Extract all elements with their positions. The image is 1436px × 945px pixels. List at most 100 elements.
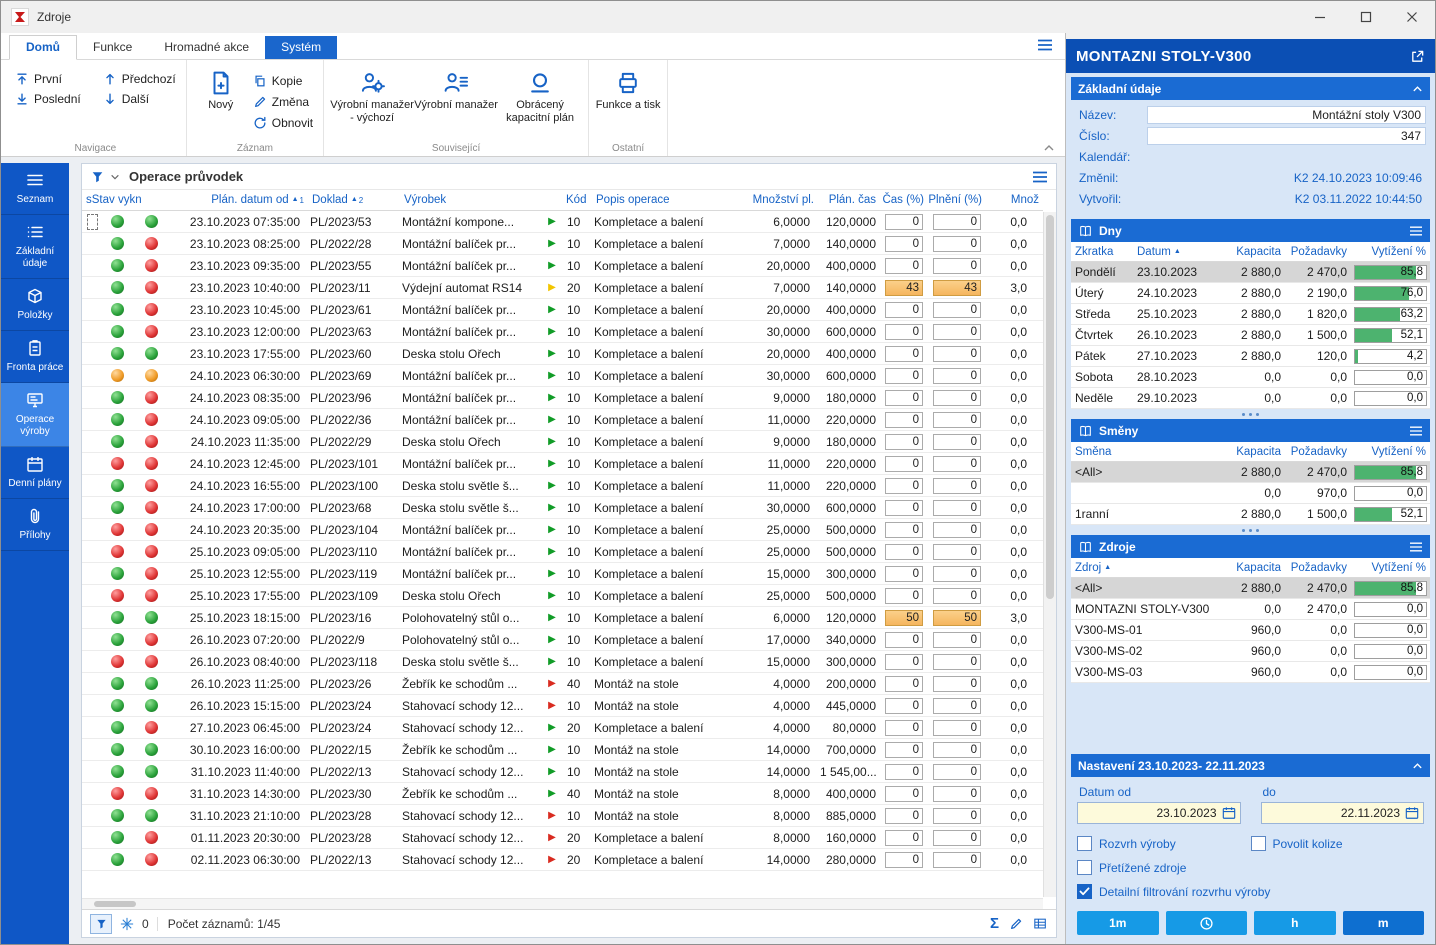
sidebar-item-seznam[interactable]: Seznam [1, 163, 69, 215]
operation-row[interactable]: 23.10.2023 10:40:00PL/2023/11Výdejní aut… [82, 277, 1043, 299]
fulfillment-pct-box[interactable]: 0 [933, 742, 981, 758]
time-pct-box[interactable]: 50 [885, 610, 923, 626]
column-header-po-adavky[interactable]: Požadavky [1285, 446, 1351, 458]
collapse-chevron-icon[interactable] [1412, 762, 1423, 770]
column-header-popis[interactable]: Popis operace [592, 190, 726, 210]
fulfillment-pct-box[interactable]: 0 [933, 390, 981, 406]
resource-row[interactable]: MONTAZNI STOLY-V3000,02 470,00,0 [1071, 599, 1430, 620]
column-header-vyt-en[interactable]: Vytížení % [1351, 446, 1430, 458]
time-pct-box[interactable]: 0 [885, 830, 923, 846]
time-pct-box[interactable]: 0 [885, 456, 923, 472]
fulfillment-pct-box[interactable]: 0 [933, 764, 981, 780]
column-header-mnoz[interactable]: Množ [986, 190, 1043, 210]
time-pct-box[interactable]: 0 [885, 434, 923, 450]
fulfillment-pct-box[interactable]: 0 [933, 236, 981, 252]
section-header-zakladni[interactable]: Základní údaje [1071, 77, 1430, 100]
section-header-zdroje[interactable]: Zdroje [1071, 535, 1430, 558]
operation-row[interactable]: 26.10.2023 07:20:00PL/2022/9Polohovateln… [82, 629, 1043, 651]
grid-settings-icon[interactable] [1033, 917, 1048, 931]
production-manager-button[interactable]: Výrobní manažer [414, 64, 498, 112]
time-pct-box[interactable]: 0 [885, 720, 923, 736]
ribbon-collapse-icon[interactable] [1043, 144, 1055, 152]
operation-row[interactable]: 24.10.2023 08:35:00PL/2023/96Montážní ba… [82, 387, 1043, 409]
last-button[interactable]: Poslední [11, 90, 85, 108]
column-header-kapacita[interactable]: Kapacita [1219, 446, 1285, 458]
column-header-cas[interactable]: Čas (%) [880, 190, 928, 210]
first-button[interactable]: První [11, 70, 85, 88]
interval-button-m[interactable]: m [1343, 911, 1425, 935]
fulfillment-pct-box[interactable]: 0 [933, 632, 981, 648]
time-pct-box[interactable]: 0 [885, 698, 923, 714]
fulfillment-pct-box[interactable]: 0 [933, 346, 981, 362]
day-row[interactable]: Pondělí23.10.20232 880,02 470,085,8 [1071, 262, 1430, 283]
horizontal-scrollbar[interactable] [82, 898, 1043, 909]
column-header-typ[interactable] [542, 190, 562, 210]
column-header-kod[interactable]: Kód [562, 190, 592, 210]
fulfillment-pct-box[interactable]: 0 [933, 676, 981, 692]
checkbox-rozvrh-v-roby[interactable]: Rozvrh výroby [1077, 836, 1251, 851]
calendar-icon[interactable] [1222, 806, 1236, 820]
operation-row[interactable]: 23.10.2023 10:45:00PL/2023/61Montážní ba… [82, 299, 1043, 321]
column-header-plneni[interactable]: Plnění (%) [928, 190, 986, 210]
checkbox-p-et-en-zdroje[interactable]: Přetížené zdroje [1077, 860, 1424, 875]
fulfillment-pct-box[interactable]: 0 [933, 588, 981, 604]
fulfillment-pct-box[interactable]: 0 [933, 412, 981, 428]
day-row[interactable]: Středa25.10.20232 880,01 820,063,2 [1071, 304, 1430, 325]
functions-print-button[interactable]: Funkce a tisk [595, 64, 661, 112]
day-row[interactable]: Neděle29.10.20230,00,00,0 [1071, 388, 1430, 409]
operation-row[interactable]: 26.10.2023 08:40:00PL/2023/118Deska stol… [82, 651, 1043, 673]
section-menu-icon[interactable] [1409, 225, 1423, 237]
operation-row[interactable]: 24.10.2023 09:05:00PL/2022/36Montážní ba… [82, 409, 1043, 431]
checkbox-detailn-filtrov-n-rozvrhu-v-roby[interactable]: Detailní filtrování rozvrhu výroby [1077, 884, 1424, 899]
section-header-dny[interactable]: Dny [1071, 219, 1430, 242]
sidebar-item-operace-vyroby[interactable]: Operace výroby [1, 383, 69, 447]
new-button[interactable]: Nový [193, 64, 249, 112]
day-row[interactable]: Pátek27.10.20232 880,0120,04,2 [1071, 346, 1430, 367]
operation-row[interactable]: 26.10.2023 11:25:00PL/2023/26Žebřík ke s… [82, 673, 1043, 695]
time-pct-box[interactable]: 0 [885, 742, 923, 758]
fulfillment-pct-box[interactable]: 0 [933, 808, 981, 824]
fulfillment-pct-box[interactable]: 0 [933, 720, 981, 736]
edit-pencil-icon[interactable] [1009, 917, 1023, 931]
operation-row[interactable]: 23.10.2023 08:25:00PL/2022/28Montážní ba… [82, 233, 1043, 255]
time-pct-box[interactable]: 0 [885, 588, 923, 604]
fulfillment-pct-box[interactable]: 0 [933, 214, 981, 230]
field-value[interactable]: Montážní stoly V300 [1147, 106, 1426, 124]
operation-row[interactable]: 26.10.2023 15:15:00PL/2023/24Stahovací s… [82, 695, 1043, 717]
column-header-doklad[interactable]: Doklad▲2 [308, 190, 400, 210]
fulfillment-pct-box[interactable]: 0 [933, 258, 981, 274]
column-header-datum[interactable]: Datum▲ [1133, 246, 1219, 258]
section-menu-icon[interactable] [1409, 425, 1423, 437]
splitter-handle[interactable] [1066, 525, 1435, 535]
operation-row[interactable]: 25.10.2023 18:15:00PL/2023/16Polohovatel… [82, 607, 1043, 629]
fulfillment-pct-box[interactable]: 0 [933, 368, 981, 384]
time-pct-box[interactable]: 0 [885, 302, 923, 318]
time-pct-box[interactable]: 0 [885, 236, 923, 252]
column-header-kapacita[interactable]: Kapacita [1219, 562, 1285, 574]
column-header-zdroj[interactable]: Zdroj▲ [1071, 562, 1219, 574]
operation-row[interactable]: 24.10.2023 06:30:00PL/2023/69Montážní ba… [82, 365, 1043, 387]
sum-icon[interactable]: Σ [990, 915, 999, 932]
sidebar-item-polozky[interactable]: Položky [1, 279, 69, 331]
operation-row[interactable]: 24.10.2023 11:35:00PL/2022/29Deska stolu… [82, 431, 1043, 453]
edit-button[interactable]: Změna [249, 93, 317, 111]
time-pct-box[interactable]: 43 [885, 280, 923, 296]
hscroll-thumb[interactable] [94, 901, 136, 907]
filter-icon[interactable] [90, 170, 105, 184]
sidebar-item-denni-plany[interactable]: Denní plány [1, 447, 69, 499]
section-header-nastaveni[interactable]: Nastavení 23.10.2023- 22.11.2023 [1071, 754, 1430, 777]
interval-button-h[interactable]: h [1254, 911, 1336, 935]
next-button[interactable]: Další [99, 90, 180, 108]
production-manager-default-button[interactable]: Výrobní manažer - výchozí [330, 64, 414, 125]
column-header-mnozstvi[interactable]: Množství pl. [726, 190, 818, 210]
time-pct-box[interactable]: 0 [885, 632, 923, 648]
interval-clock-button[interactable] [1166, 911, 1248, 935]
operation-row[interactable]: 27.10.2023 06:45:00PL/2023/24Stahovací s… [82, 717, 1043, 739]
operation-row[interactable]: 24.10.2023 20:35:00PL/2023/104Montážní b… [82, 519, 1043, 541]
time-pct-box[interactable]: 0 [885, 258, 923, 274]
time-pct-box[interactable]: 0 [885, 368, 923, 384]
column-header-vyt-en[interactable]: Vytížení % [1351, 246, 1430, 258]
copy-button[interactable]: Kopie [249, 72, 317, 90]
fulfillment-pct-box[interactable]: 0 [933, 852, 981, 868]
fulfillment-pct-box[interactable]: 0 [933, 654, 981, 670]
